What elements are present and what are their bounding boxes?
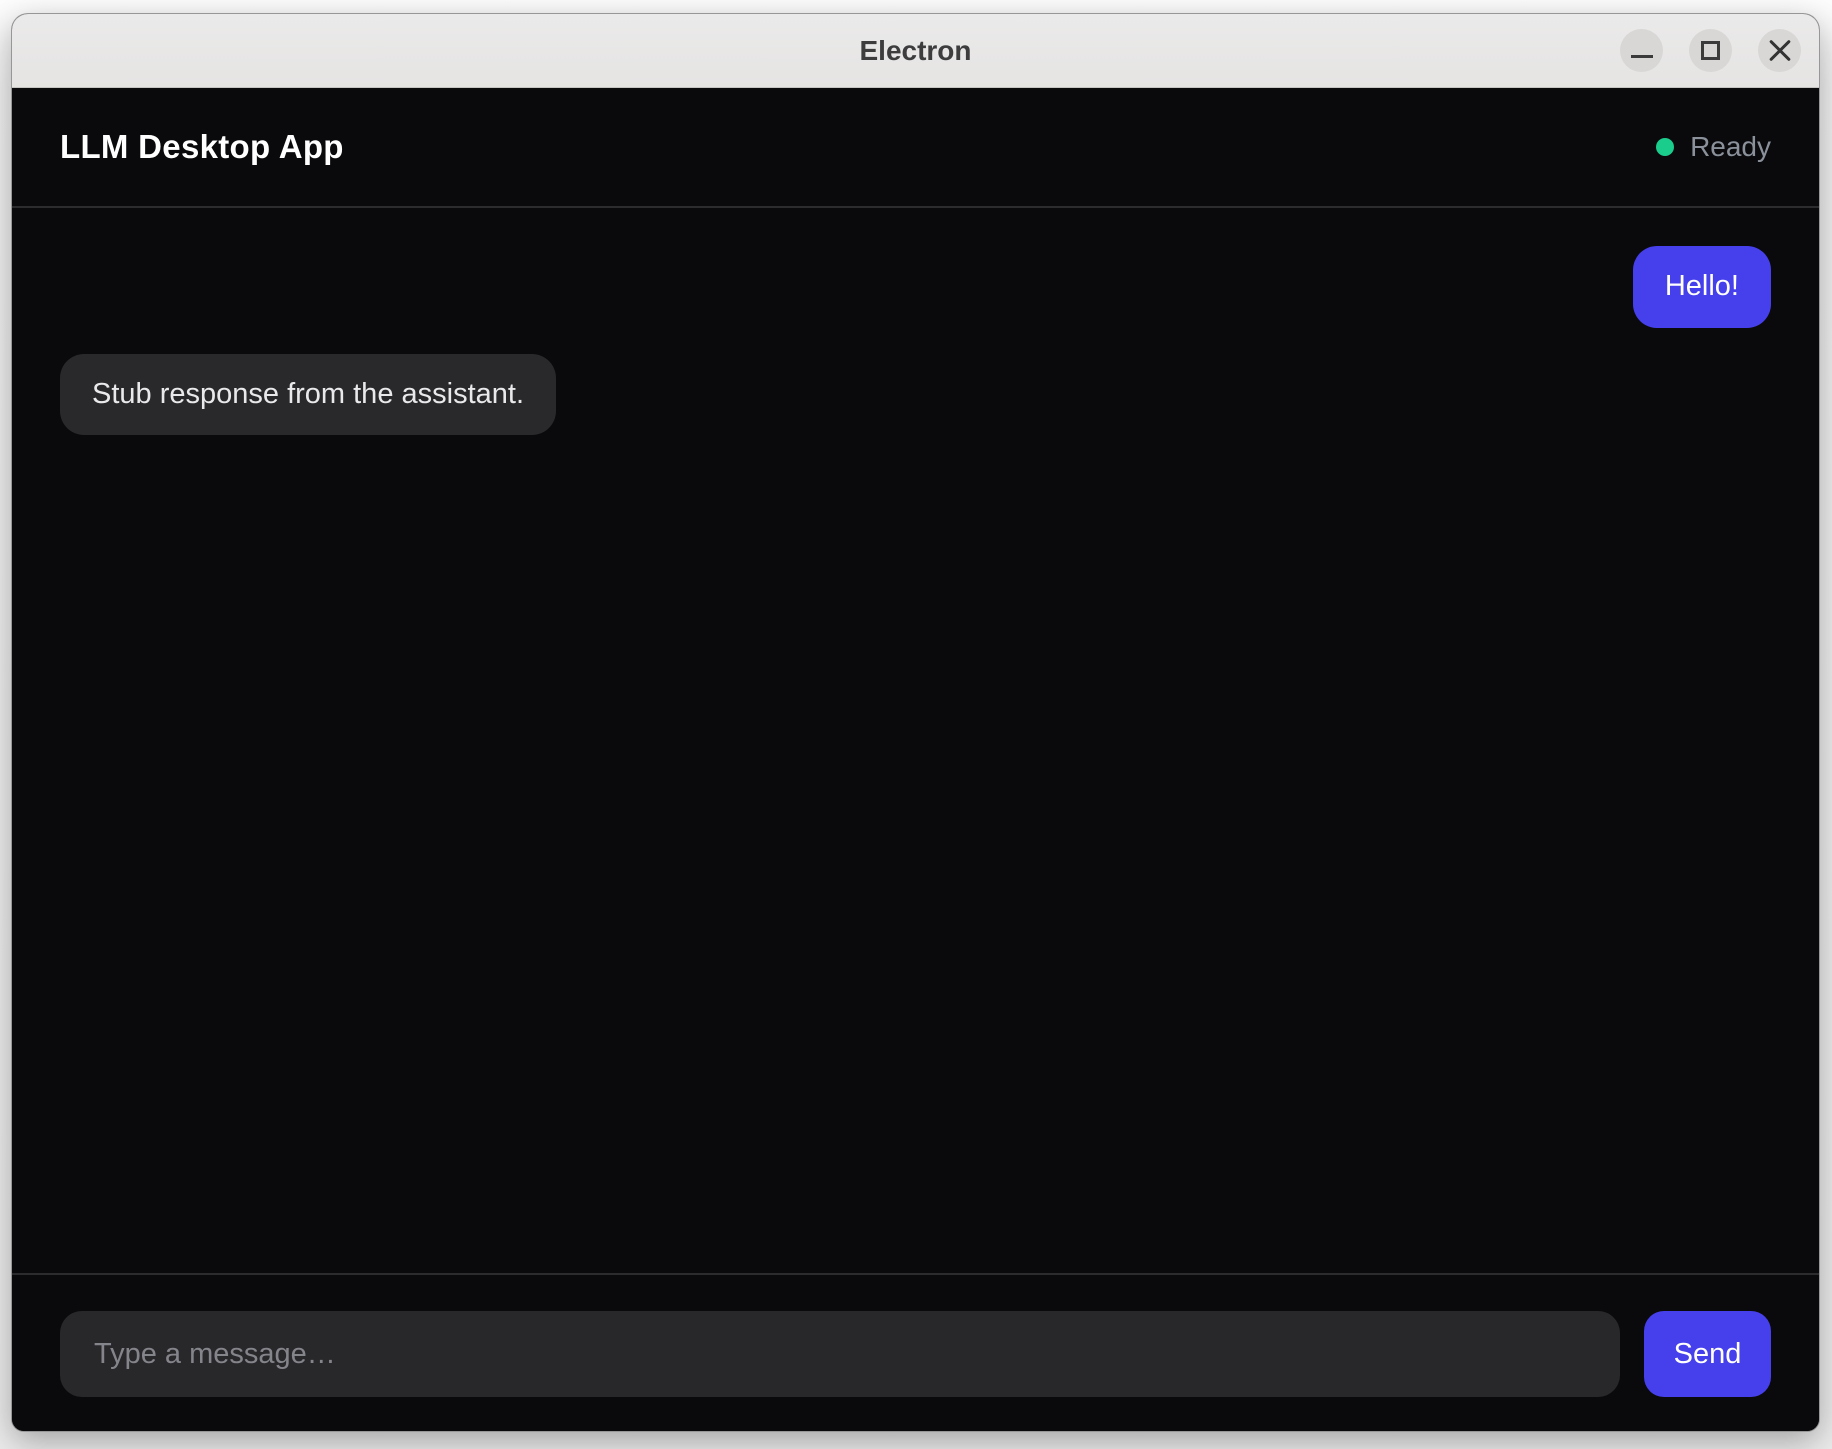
- chat-message-list[interactable]: Hello! Stub response from the assistant.: [12, 208, 1819, 1273]
- status-label: Ready: [1690, 131, 1771, 163]
- titlebar[interactable]: Electron: [12, 14, 1819, 88]
- page-title: LLM Desktop App: [60, 128, 344, 166]
- chat-message-user: Hello!: [1633, 246, 1771, 328]
- status-dot-icon: [1656, 138, 1674, 156]
- app-root: LLM Desktop App Ready Hello! Stub respon…: [12, 88, 1819, 1431]
- close-icon: [1766, 37, 1794, 65]
- window-controls: [1620, 14, 1801, 87]
- status-indicator: Ready: [1656, 131, 1771, 163]
- minimize-button[interactable]: [1620, 29, 1663, 72]
- close-button[interactable]: [1758, 29, 1801, 72]
- electron-window: Electron LLM Desktop App Ready: [12, 14, 1819, 1431]
- window-title: Electron: [859, 35, 971, 67]
- message-input[interactable]: [60, 1311, 1620, 1397]
- app-header: LLM Desktop App Ready: [12, 88, 1819, 208]
- send-button[interactable]: Send: [1644, 1311, 1771, 1397]
- composer-bar: Send: [12, 1273, 1819, 1431]
- minimize-icon: [1631, 55, 1653, 58]
- maximize-button[interactable]: [1689, 29, 1732, 72]
- chat-message-assistant: Stub response from the assistant.: [60, 354, 556, 436]
- maximize-icon: [1701, 41, 1720, 60]
